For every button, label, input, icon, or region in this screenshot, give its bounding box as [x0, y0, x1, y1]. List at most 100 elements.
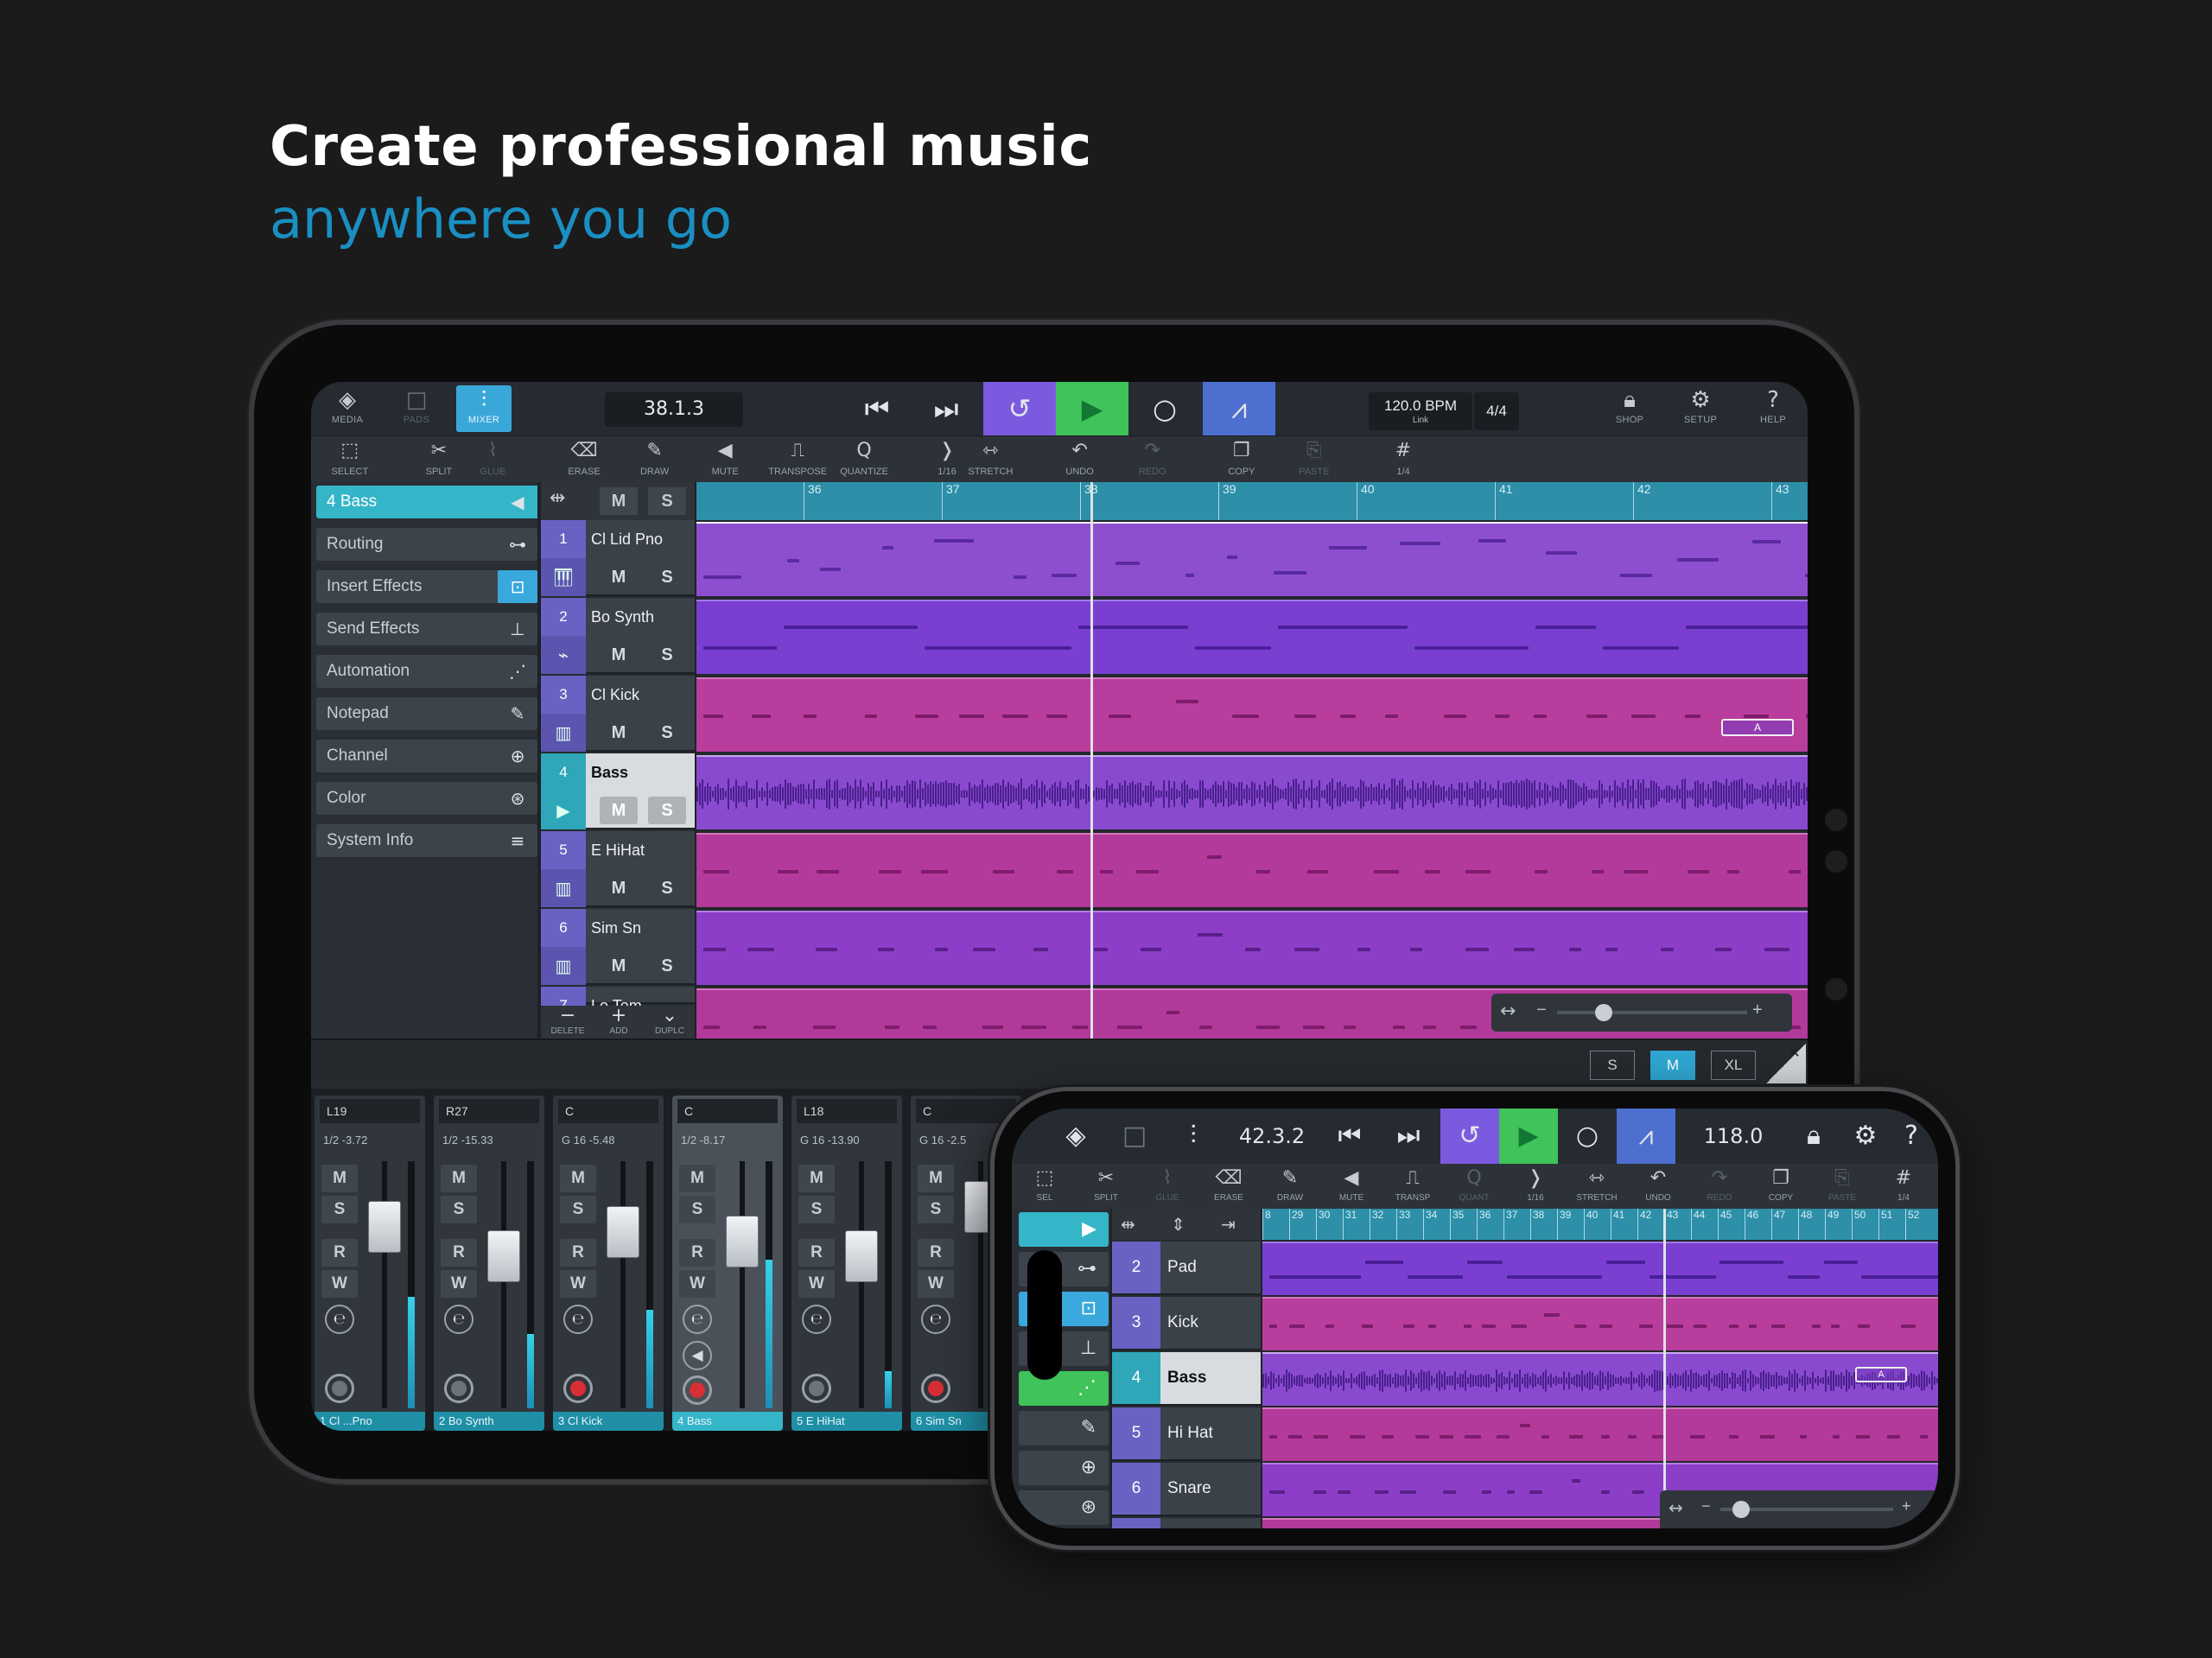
effects-icon[interactable]: ℮: [921, 1305, 950, 1334]
solo-button[interactable]: S: [648, 719, 686, 746]
tool-glue[interactable]: ⌇ GLUE: [458, 436, 527, 483]
shop-icon[interactable]: 🔒︎: [1789, 1109, 1838, 1164]
track-lane[interactable]: [1262, 1352, 1938, 1406]
skip-end-icon[interactable]: ⏭: [918, 382, 975, 435]
track-lane[interactable]: [696, 911, 1808, 985]
track-lane[interactable]: [696, 522, 1808, 596]
write-button[interactable]: W: [679, 1270, 715, 1298]
solo-button[interactable]: S: [648, 797, 686, 824]
mute-button[interactable]: M: [560, 1165, 596, 1192]
track-header[interactable]: 1 Cl Lid Pno 🎹︎ M S: [541, 520, 695, 596]
fader-track[interactable]: [501, 1161, 506, 1408]
volume-fader[interactable]: [607, 1205, 639, 1258]
pads-button[interactable]: □ PADS: [389, 385, 444, 432]
play-icon[interactable]: ▶: [1499, 1109, 1558, 1164]
mute-button[interactable]: M: [600, 952, 638, 980]
zoom-slider-thumb[interactable]: [1732, 1501, 1750, 1518]
fader-track[interactable]: [382, 1161, 387, 1408]
solo-button[interactable]: S: [679, 1196, 715, 1223]
tool-redo[interactable]: ↷ REDO: [1118, 436, 1187, 483]
phone-track-header[interactable]: 3 Kick: [1112, 1297, 1261, 1350]
mute-button[interactable]: M: [600, 874, 638, 902]
mute-button[interactable]: M: [600, 641, 638, 669]
mute-button[interactable]: M: [798, 1165, 835, 1192]
pan-display[interactable]: L18: [797, 1099, 897, 1123]
mute-button[interactable]: M: [441, 1165, 477, 1192]
cycle-loop-icon[interactable]: ↺: [1440, 1109, 1499, 1164]
phone-track-header[interactable]: 5 Hi Hat: [1112, 1407, 1261, 1461]
phone-timeline-ruler[interactable]: 8 29 30 31 32 33 34 35 36 37 38 39 40 41 42 43 44 45 46 47 4…: [1262, 1209, 1938, 1240]
effects-icon[interactable]: ℮: [683, 1305, 712, 1334]
tool-quantize[interactable]: Q QUANTIZE: [830, 436, 899, 483]
mute-button[interactable]: M: [600, 719, 638, 746]
playhead[interactable]: [1090, 482, 1093, 1039]
tool-mute[interactable]: ◀ MUTE: [690, 436, 760, 483]
track-lane[interactable]: [696, 677, 1808, 752]
record-arm-button[interactable]: [563, 1374, 593, 1403]
solo-button[interactable]: S: [560, 1196, 596, 1223]
track-add-button[interactable]: + ADD: [594, 1006, 644, 1039]
mixer-size-medium[interactable]: M: [1650, 1051, 1695, 1080]
rewind-start-icon[interactable]: ⏮: [1323, 1109, 1376, 1164]
effects-icon[interactable]: ℮: [802, 1305, 831, 1334]
inspector-item-insert-effects[interactable]: Insert Effects ⊡: [316, 570, 537, 603]
rewind-start-icon[interactable]: ⏮: [849, 382, 906, 435]
setup-button[interactable]: ⚙ SETUP: [1673, 385, 1728, 432]
phone-tool-stretch[interactable]: ⇿ STRETCH: [1571, 1164, 1623, 1203]
inspector-item-notepad[interactable]: Notepad ✎: [316, 697, 537, 730]
tool-stretch[interactable]: ⇿ STRETCH: [956, 436, 1025, 483]
write-button[interactable]: W: [321, 1270, 358, 1298]
track-header[interactable]: 2 Bo Synth ⌁ M S: [541, 598, 695, 674]
phone-track-header[interactable]: 4 Bass: [1112, 1352, 1261, 1406]
read-button[interactable]: R: [798, 1239, 835, 1267]
fader-track[interactable]: [620, 1161, 626, 1408]
tool-paste[interactable]: ⎘ PASTE: [1280, 436, 1349, 483]
phone-color-button[interactable]: ⊛: [1019, 1490, 1109, 1525]
phone-clip-marker[interactable]: A: [1855, 1367, 1907, 1382]
record-arm-button[interactable]: [921, 1374, 950, 1403]
record-arm-button[interactable]: [683, 1375, 712, 1405]
volume-fader[interactable]: [487, 1230, 520, 1283]
phone-tempo-display[interactable]: 118.0: [1686, 1109, 1781, 1164]
phone-track-header[interactable]: 6 Snare: [1112, 1463, 1261, 1516]
fader-track[interactable]: [740, 1161, 745, 1408]
write-button[interactable]: W: [798, 1270, 835, 1298]
pan-display[interactable]: L19: [320, 1099, 420, 1123]
play-icon[interactable]: ▶: [1056, 382, 1128, 435]
track-lane[interactable]: [1262, 1297, 1938, 1350]
mixer-size-small[interactable]: S: [1590, 1051, 1635, 1080]
shop-button[interactable]: 🔒︎ SHOP: [1602, 385, 1657, 432]
solo-button[interactable]: S: [648, 563, 686, 591]
height-icon[interactable]: ⇕: [1171, 1209, 1185, 1240]
solo-button[interactable]: S: [648, 641, 686, 669]
read-button[interactable]: R: [679, 1239, 715, 1267]
routing-volume[interactable]: G 16 -5.48: [558, 1130, 658, 1151]
tempo-display[interactable]: 120.0 BPM Link: [1369, 392, 1472, 430]
phone-tool-split[interactable]: ✂ SPLIT: [1080, 1164, 1132, 1203]
pan-display[interactable]: C: [558, 1099, 658, 1123]
fold-icon[interactable]: ⇹: [550, 487, 565, 509]
tool-select[interactable]: ⬚ SELECT: [315, 436, 385, 483]
position-display[interactable]: 38.1.3: [605, 392, 743, 427]
track-lane[interactable]: [1262, 1407, 1938, 1461]
help-icon[interactable]: ?: [1890, 1109, 1933, 1164]
mute-button[interactable]: M: [918, 1165, 954, 1192]
track-header[interactable]: 4 Bass ▶ M S: [541, 753, 695, 829]
track-header[interactable]: 6 Sim Sn ▥ M S: [541, 909, 695, 985]
phone-channel-button[interactable]: ⊕: [1019, 1451, 1109, 1485]
track-lane[interactable]: [696, 600, 1808, 674]
channel-strip[interactable]: C 1/2 -8.17 M S R W ℮ ◀ 4 Bass: [672, 1096, 783, 1431]
phone-tool-glue[interactable]: ⌇ GLUE: [1141, 1164, 1193, 1203]
phone-notepad-button[interactable]: ✎: [1019, 1411, 1109, 1445]
inspector-item-system-info[interactable]: System Info ≡: [316, 824, 537, 857]
phone-tool-paste[interactable]: ⎘ PASTE: [1816, 1164, 1868, 1203]
track-header[interactable]: 3 Cl Kick ▥ M S: [541, 676, 695, 752]
volume-fader[interactable]: [368, 1200, 401, 1253]
routing-volume[interactable]: G 16 -13.90: [797, 1130, 897, 1151]
read-button[interactable]: R: [441, 1239, 477, 1267]
track-lane[interactable]: [1262, 1242, 1938, 1295]
record-arm-button[interactable]: [444, 1374, 474, 1403]
mute-button[interactable]: M: [600, 563, 638, 591]
inspector-item-send-effects[interactable]: Send Effects ⊥: [316, 613, 537, 645]
read-button[interactable]: R: [918, 1239, 954, 1267]
